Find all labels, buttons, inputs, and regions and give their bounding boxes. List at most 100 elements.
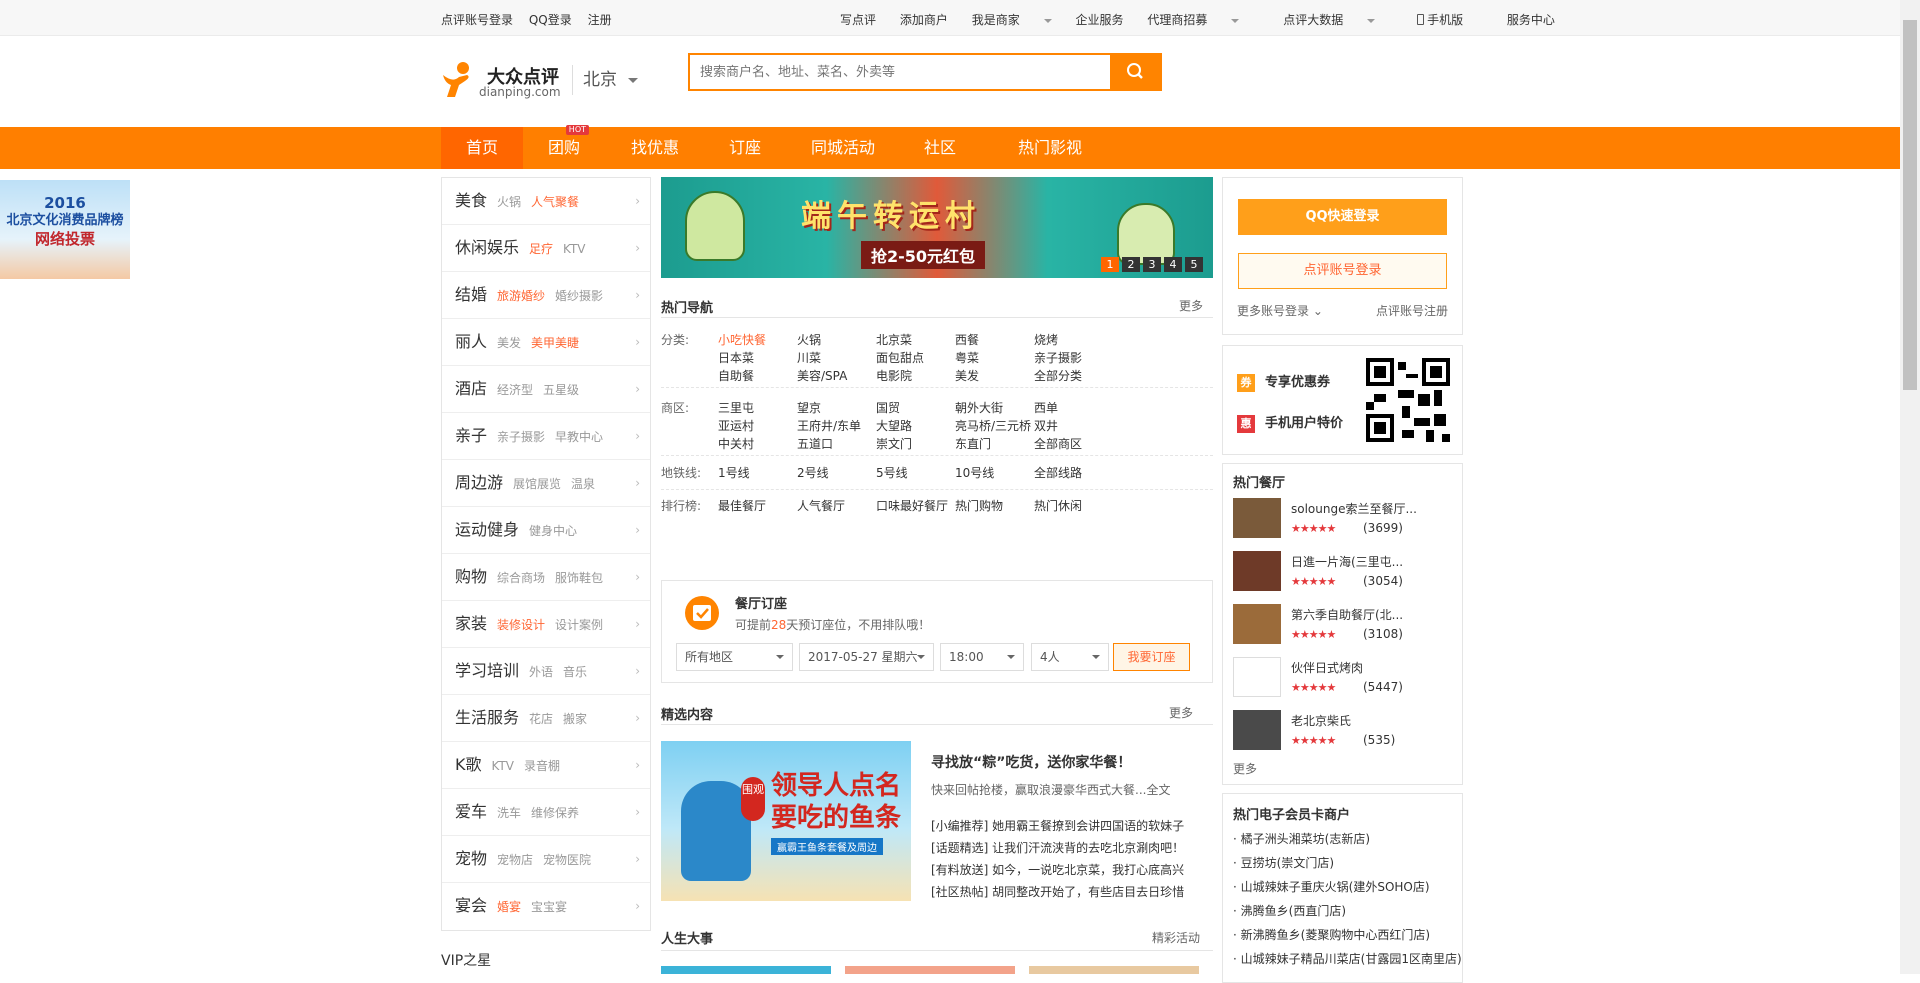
category-row[interactable]: 结婚 旅游婚纱 婚纱摄影 › (442, 272, 650, 319)
merchant-menu[interactable]: 我是商家 (972, 13, 1052, 27)
hot-nav-link[interactable]: 最佳餐厅 (718, 497, 766, 514)
hot-nav-link[interactable]: 热门购物 (955, 497, 1003, 514)
hot-nav-link[interactable]: 1号线 (718, 464, 750, 481)
category-sublink[interactable]: 服饰鞋包 (555, 571, 603, 585)
hot-nav-link[interactable]: 美容/SPA (797, 367, 847, 384)
bigdata-menu[interactable]: 点评大数据 (1283, 13, 1376, 27)
category-sublink[interactable]: 音乐 (563, 665, 587, 679)
category-sublink[interactable]: 健身中心 (529, 524, 577, 538)
book-button[interactable]: 我要订座 (1113, 643, 1190, 671)
category-row[interactable]: 丽人 美发 美甲美睫 › (442, 319, 650, 366)
hot-nav-link[interactable]: 西餐 (955, 331, 979, 348)
restaurant-item[interactable]: 伙伴日式烤肉 ★★★★★ (5447) (1233, 657, 1453, 703)
restaurant-thumbnail[interactable] (1233, 604, 1281, 644)
ecard-merchant-link[interactable]: · 豆捞坊(崇文门店) (1233, 854, 1334, 871)
hot-nav-link[interactable]: 亮马桥/三元桥 (955, 417, 1031, 434)
category-sublink[interactable]: 人气聚餐 (531, 195, 579, 209)
category-name[interactable]: K歌 (455, 755, 482, 774)
restaurant-item[interactable]: 老北京柴氏 ★★★★★ (535) (1233, 710, 1453, 756)
vote-banner[interactable]: 2016 北京文化消费品牌榜 网络投票 (0, 180, 130, 279)
vertical-scrollbar[interactable] (1900, 0, 1920, 974)
category-name[interactable]: 爱车 (455, 802, 487, 821)
restaurant-name[interactable]: 日進一片海(三里屯... (1291, 553, 1403, 570)
featured-item[interactable]: [社区热帖] 胡同整改开始了，有些店目去日珍惜 (931, 883, 1184, 900)
more-login-link[interactable]: 更多账号登录 ⌄ (1237, 302, 1323, 319)
category-row[interactable]: 休闲娱乐 足疗 KTV › (442, 225, 650, 272)
hot-nav-more[interactable]: 更多 (1179, 297, 1203, 314)
category-name[interactable]: 购物 (455, 567, 487, 586)
category-sublink[interactable]: 亲子摄影 (497, 430, 545, 444)
hot-nav-link[interactable]: 北京菜 (876, 331, 912, 348)
date-select[interactable]: 2017-05-27 星期六 (799, 643, 934, 671)
featured-headline[interactable]: 寻找放“粽”吃货，送你家华餐！ (931, 752, 1131, 772)
life-thumbnail[interactable] (1029, 966, 1199, 974)
service-center-link[interactable]: 服务中心 (1507, 13, 1555, 27)
hot-nav-link[interactable]: 大望路 (876, 417, 912, 434)
featured-image[interactable]: 围观 领导人点名 要吃的鱼条 赢霸王鱼条套餐及周边 (661, 741, 911, 901)
category-sublink[interactable]: 早教中心 (555, 430, 603, 444)
category-row[interactable]: 周边游 展馆展览 温泉 › (442, 460, 650, 507)
category-sublink[interactable]: KTV (492, 759, 514, 773)
featured-item[interactable]: [有料放送] 如今，一说吃北京菜，我打心底高兴 (931, 861, 1184, 878)
featured-summary[interactable]: 快来回帖抢楼，赢取浪漫豪华西式大餐...全文 (931, 781, 1170, 798)
category-sublink[interactable]: 火锅 (497, 195, 521, 209)
category-sublink[interactable]: 婚宴 (497, 900, 521, 914)
promo-page-5[interactable]: 5 (1185, 257, 1203, 272)
category-sublink[interactable]: 装修设计 (497, 618, 545, 632)
category-sublink[interactable]: 婚纱摄影 (555, 289, 603, 303)
restaurant-thumbnail[interactable] (1233, 657, 1281, 697)
enterprise-link[interactable]: 企业服务 (1076, 13, 1124, 27)
add-merchant-link[interactable]: 添加商户 (900, 13, 948, 27)
promo-banner[interactable]: 端午转运村 抢2-50元红包 12345 (661, 177, 1213, 278)
mobile-deal-link[interactable]: 惠手机用户特价 (1237, 412, 1343, 433)
category-name[interactable]: 宠物 (455, 849, 487, 868)
nav-home[interactable]: 首页 (441, 127, 523, 169)
hot-nav-link[interactable]: 崇文门 (876, 435, 912, 452)
ecard-merchant-link[interactable]: · 沸腾鱼乡(西直门店) (1233, 902, 1346, 919)
category-sublink[interactable]: 五星级 (543, 383, 579, 397)
category-row[interactable]: 运动健身 健身中心 › (442, 507, 650, 554)
hot-nav-link[interactable]: 小吃快餐 (718, 331, 766, 348)
promo-page-2[interactable]: 2 (1122, 257, 1140, 272)
search-input[interactable] (690, 55, 1110, 89)
ecard-merchant-link[interactable]: · 山城辣妹子精品川菜店(甘露园1区南里店) (1233, 950, 1462, 967)
hot-nav-link[interactable]: 川菜 (797, 349, 821, 366)
hot-nav-link[interactable]: 西单 (1034, 399, 1058, 416)
category-sublink[interactable]: 经济型 (497, 383, 533, 397)
mobile-link[interactable]: 手机版 (1417, 13, 1483, 27)
hot-nav-link[interactable]: 全部商区 (1034, 435, 1082, 452)
write-review-link[interactable]: 写点评 (840, 13, 876, 27)
category-name[interactable]: 运动健身 (455, 520, 519, 539)
promo-page-1[interactable]: 1 (1101, 257, 1119, 272)
category-sublink[interactable]: KTV (563, 242, 585, 256)
hot-nav-link[interactable]: 电影院 (876, 367, 912, 384)
hot-nav-link[interactable]: 三里屯 (718, 399, 754, 416)
category-name[interactable]: 学习培训 (455, 661, 519, 680)
hot-nav-link[interactable]: 10号线 (955, 464, 994, 481)
category-sublink[interactable]: 搬家 (563, 712, 587, 726)
life-thumbnail[interactable] (661, 966, 831, 974)
category-sublink[interactable]: 美发 (497, 336, 521, 350)
life-events-more[interactable]: 精彩活动 (1152, 929, 1200, 946)
restaurant-name[interactable]: 伙伴日式烤肉 (1291, 659, 1363, 676)
time-select[interactable]: 18:00 (940, 643, 1024, 671)
category-name[interactable]: 家装 (455, 614, 487, 633)
category-row[interactable]: 家装 装修设计 设计案例 › (442, 601, 650, 648)
category-row[interactable]: K歌 KTV 录音棚 › (442, 742, 650, 789)
hot-nav-link[interactable]: 面包甜点 (876, 349, 924, 366)
featured-item[interactable]: [小编推荐] 她用霸王餐撩到会讲四国语的软妹子 (931, 817, 1184, 834)
nav-movies[interactable]: 热门影视 (998, 127, 1102, 169)
hot-nav-link[interactable]: 亚运村 (718, 417, 754, 434)
hot-nav-link[interactable]: 粤菜 (955, 349, 979, 366)
category-sublink[interactable]: 综合商场 (497, 571, 545, 585)
category-sublink[interactable]: 展馆展览 (513, 477, 561, 491)
hot-nav-link[interactable]: 中关村 (718, 435, 754, 452)
category-row[interactable]: 亲子 亲子摄影 早教中心 › (442, 413, 650, 460)
category-row[interactable]: 酒店 经济型 五星级 › (442, 366, 650, 413)
restaurant-name[interactable]: 第六季自助餐厅(北... (1291, 606, 1403, 623)
category-name[interactable]: 结婚 (455, 285, 487, 304)
category-sublink[interactable]: 宠物店 (497, 853, 533, 867)
promo-page-4[interactable]: 4 (1164, 257, 1182, 272)
category-sublink[interactable]: 设计案例 (555, 618, 603, 632)
category-name[interactable]: 宴会 (455, 896, 487, 915)
